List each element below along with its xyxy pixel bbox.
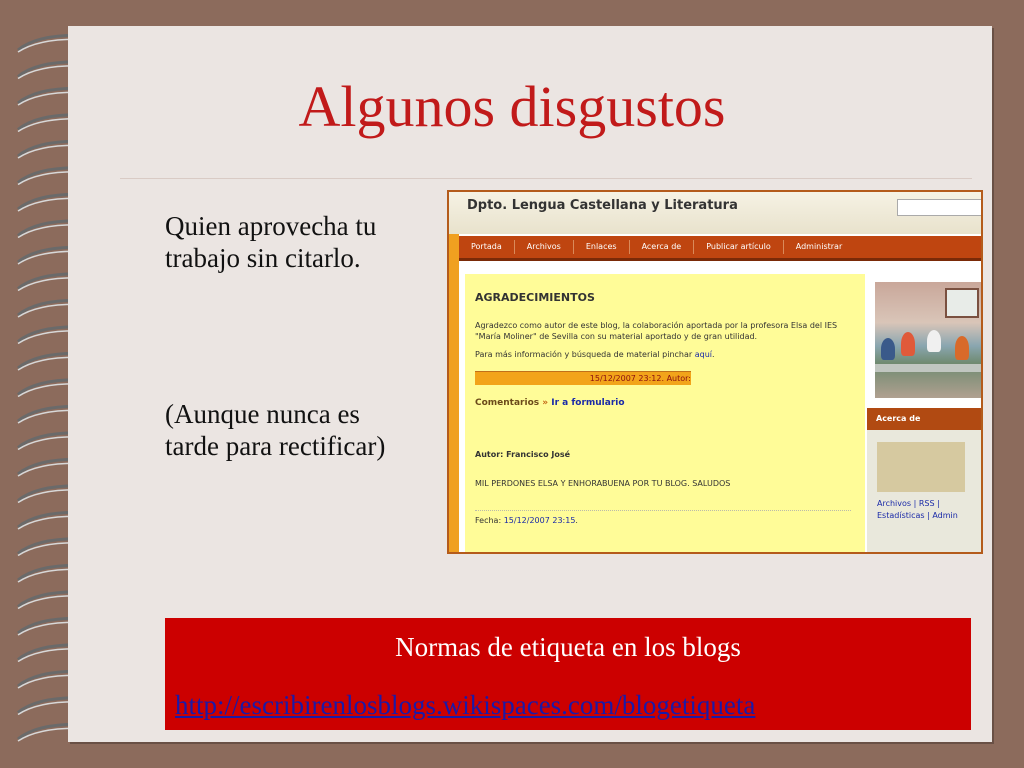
nav-item-archivos: Archivos — [515, 240, 574, 254]
comment-date-label: Fecha: — [475, 516, 502, 525]
post-more-info-link: aquí — [694, 350, 713, 359]
blog-screenshot: Dpto. Lengua Castellana y Literatura Por… — [447, 190, 983, 554]
nav-item-publicar: Publicar artículo — [694, 240, 784, 254]
post-date-bar: 15/12/2007 23:12. Autor: — [475, 371, 691, 385]
about-links: Archivos | RSS | Estadísticas | Admin — [877, 499, 958, 520]
nav-item-enlaces: Enlaces — [574, 240, 630, 254]
blog-post: AGRADECIMIENTOS Agradezco como autor de … — [465, 274, 865, 552]
comment-divider — [475, 510, 851, 511]
post-more-info: Para más información y búsqueda de mater… — [475, 350, 715, 359]
etiquette-box: Normas de etiqueta en los blogs http://e… — [165, 618, 971, 730]
slide-title: Algunos disgustos — [298, 74, 726, 139]
blog-search-input — [897, 199, 981, 216]
text-line: (Aunque nunca es — [165, 399, 360, 429]
blog-title: Dpto. Lengua Castellana y Literatura — [467, 198, 738, 213]
about-panel: Acerca de Archivos | RSS | Estadísticas … — [867, 408, 981, 552]
archivos-link: Archivos — [877, 499, 912, 508]
estadisticas-link: Estadísticas — [877, 511, 925, 520]
comments-form-link: Ir a formulario — [551, 398, 625, 408]
comment-date: Fecha: 15/12/2007 23:15. — [475, 516, 578, 525]
etiquette-link[interactable]: http://escribirenlosblogs.wikispaces.com… — [175, 690, 755, 721]
post-more-info-text: Para más información y búsqueda de mater… — [475, 350, 693, 359]
text-block-rectify: (Aunque nunca es tarde para rectificar) — [165, 398, 385, 462]
about-heading: Acerca de — [867, 408, 981, 430]
text-line: trabajo sin citarlo. — [165, 243, 361, 273]
text-line: Quien aprovecha tu — [165, 211, 377, 241]
about-image — [877, 442, 965, 492]
etiquette-title: Normas de etiqueta en los blogs — [395, 632, 741, 662]
post-paragraph: Agradezco como autor de este blog, la co… — [475, 321, 838, 341]
text-block-plagiarism: Quien aprovecha tu trabajo sin citarlo. — [165, 210, 376, 274]
post-comments: Comentarios » Ir a formulario — [475, 398, 625, 408]
nav-item-portada: Portada — [459, 240, 515, 254]
text-line: tarde para rectificar) — [165, 431, 386, 461]
nav-item-acerca: Acerca de — [630, 240, 695, 254]
comment-message: MIL PERDONES ELSA Y ENHORABUENA POR TU B… — [475, 479, 731, 488]
title-divider — [120, 178, 972, 179]
rss-link: RSS — [918, 499, 935, 508]
comment-author: Autor: Francisco José — [475, 450, 571, 459]
post-heading: AGRADECIMIENTOS — [475, 291, 595, 304]
comment-date-value: 15/12/2007 23:15 — [503, 516, 576, 525]
blog-nav: Portada Archivos Enlaces Acerca de Publi… — [459, 236, 981, 261]
classroom-photo — [875, 282, 981, 398]
blog-header: Dpto. Lengua Castellana y Literatura — [449, 192, 981, 234]
comments-label: Comentarios — [475, 398, 540, 408]
blog-side-stripe — [449, 234, 459, 552]
admin-link: Admin — [932, 511, 958, 520]
comments-arrow-icon: » — [542, 398, 549, 408]
nav-item-administrar: Administrar — [795, 242, 843, 251]
